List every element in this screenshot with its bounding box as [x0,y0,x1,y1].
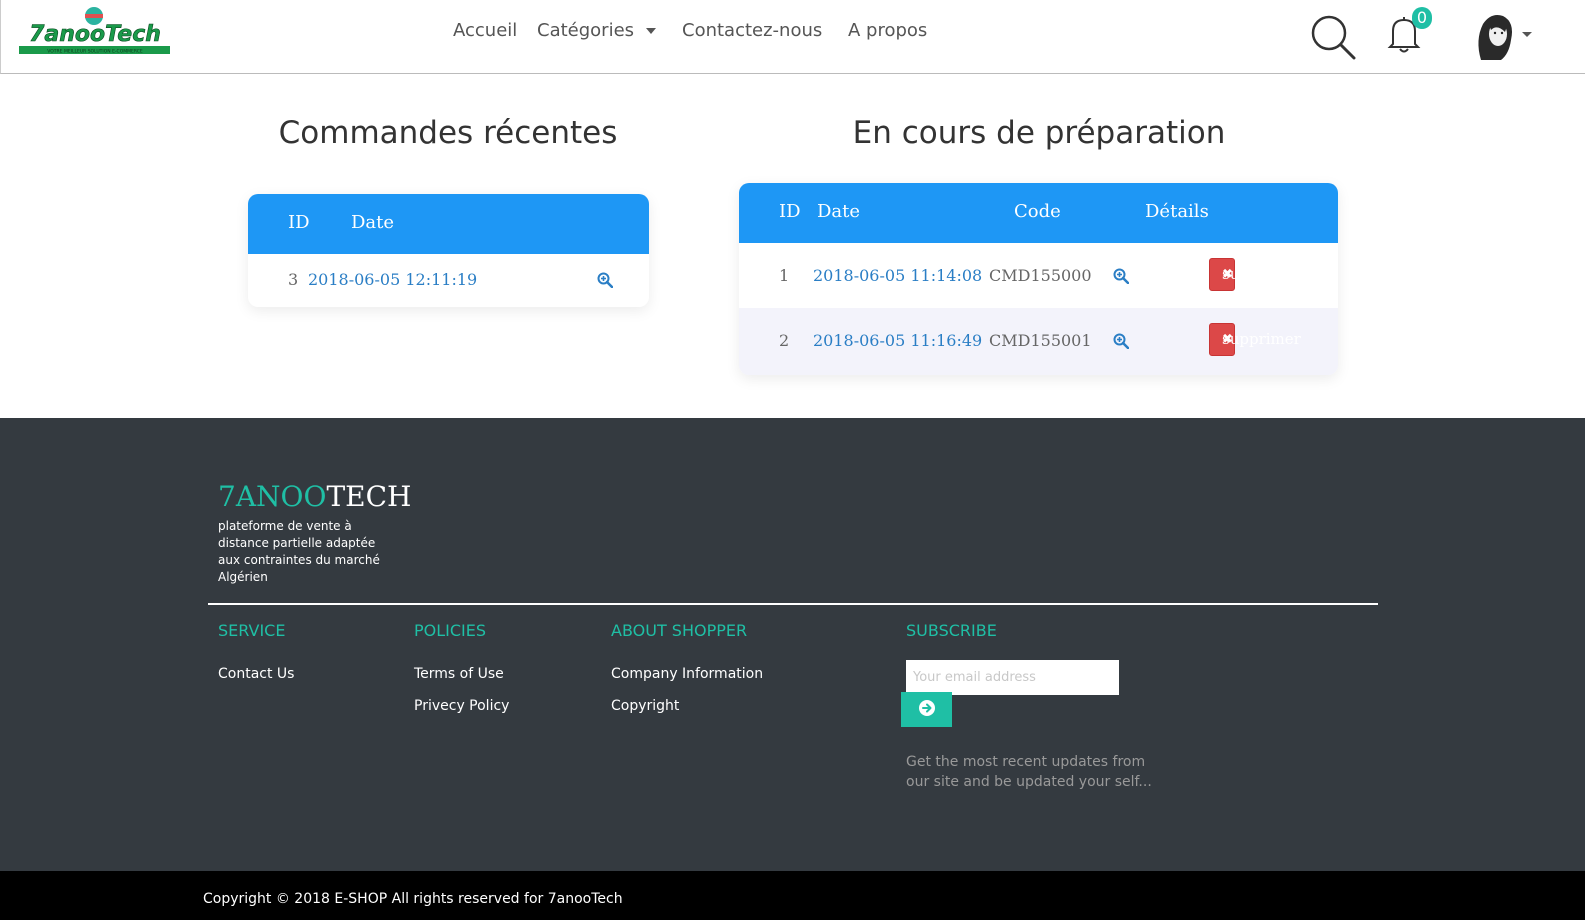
copyright-text: Copyright © 2018 E-SHOP All rights reser… [203,891,623,907]
link-contact-us[interactable]: Contact Us [218,666,294,682]
nav-contact[interactable]: Contactez-nous [682,20,822,41]
cell-code: CMD155001 [989,331,1092,350]
notification-badge: 0 [1412,7,1432,29]
avatar[interactable] [1471,10,1517,62]
logo-text: 7anooTech [29,22,161,47]
nav-accueil[interactable]: Accueil [453,20,517,41]
top-navbar: 7anooTech VOTRE MEILLEUR SOLUTION E-COMM… [0,0,1585,74]
cell-code: CMD155000 [989,266,1092,285]
email-field[interactable] [906,660,1119,695]
arrow-circle-right-icon [918,700,935,716]
footer: 7ANOOTECH plateforme de vente à distance… [0,418,1585,871]
footer-tagline: plateforme de vente à distance partielle… [218,519,380,584]
link-terms[interactable]: Terms of Use [414,666,504,682]
recent-orders-table: ID Date 3 2018-06-05 12:11:19 [248,194,649,307]
footer-divider [208,603,1378,605]
zoom-in-icon[interactable] [1113,268,1129,284]
link-company-info[interactable]: Company Information [611,666,763,682]
nav-about[interactable]: A propos [848,20,927,41]
policies-title: POLICIES [414,621,487,640]
preparing-orders-title: En cours de préparation [852,115,1226,151]
table-row: 2 2018-06-05 11:16:49 CMD155001 ✖ supprim… [739,308,1338,375]
header-code: Code [1014,201,1061,222]
delete-button[interactable]: ✖ supprimer [1209,323,1301,356]
logo-tagline: VOTRE MEILLEUR SOLUTION E-COMMERCE [47,49,143,55]
link-copyright[interactable]: Copyright [611,698,679,714]
nav-categories[interactable]: Catégories [537,20,657,41]
chevron-down-icon [646,28,657,34]
footer-brand: 7ANOOTECH [218,480,411,513]
zoom-in-icon[interactable] [597,272,613,288]
cell-date: 2018-06-05 12:11:19 [308,270,478,289]
footer-brand-part1: 7ANOO [218,480,327,513]
cell-date: 2018-06-05 11:14:08 [813,266,983,285]
table-row: 1 2018-06-05 11:14:08 CMD155000 ✖ supprim… [739,243,1338,308]
cell-id: 2 [779,331,790,350]
link-privacy[interactable]: Privecy Policy [414,698,509,714]
preparing-orders-table: ID Date Code Détails 1 2018-06-05 11:14:… [739,183,1338,375]
table-row: 3 2018-06-05 12:11:19 [248,254,649,307]
cell-date: 2018-06-05 11:16:49 [813,331,983,350]
header-id: ID [779,201,801,222]
table-header: ID Date Code Détails [739,183,1338,243]
search-icon[interactable] [1310,14,1356,60]
delete-label: supprimer [1222,330,1301,348]
header-date: Date [817,201,861,222]
delete-label: supprimer [1222,265,1301,283]
nav-categories-label: Catégories [537,20,635,41]
avatar-dropdown-icon[interactable] [1522,32,1532,37]
header-id: ID [288,212,310,233]
subscribe-description: Get the most recent updates from our sit… [906,754,1152,790]
brand-logo[interactable]: 7anooTech VOTRE MEILLEUR SOLUTION E-COMM… [17,6,172,58]
service-title: SERVICE [218,621,286,640]
header-details: Détails [1145,201,1209,222]
cell-id: 3 [288,270,299,289]
recent-orders-title: Commandes récentes [278,115,618,151]
table-header: ID Date [248,194,649,254]
footer-brand-part2: TECH [326,480,412,513]
cell-id: 1 [779,266,790,285]
header-date: Date [351,212,395,233]
delete-button[interactable]: ✖ supprimer [1209,258,1301,291]
about-title: ABOUT SHOPPER [611,621,748,640]
copyright-bar: Copyright © 2018 E-SHOP All rights reser… [0,871,1585,920]
subscribe-title: SUBSCRIBE [906,621,997,640]
subscribe-button[interactable] [901,692,952,727]
zoom-in-icon[interactable] [1113,333,1129,349]
